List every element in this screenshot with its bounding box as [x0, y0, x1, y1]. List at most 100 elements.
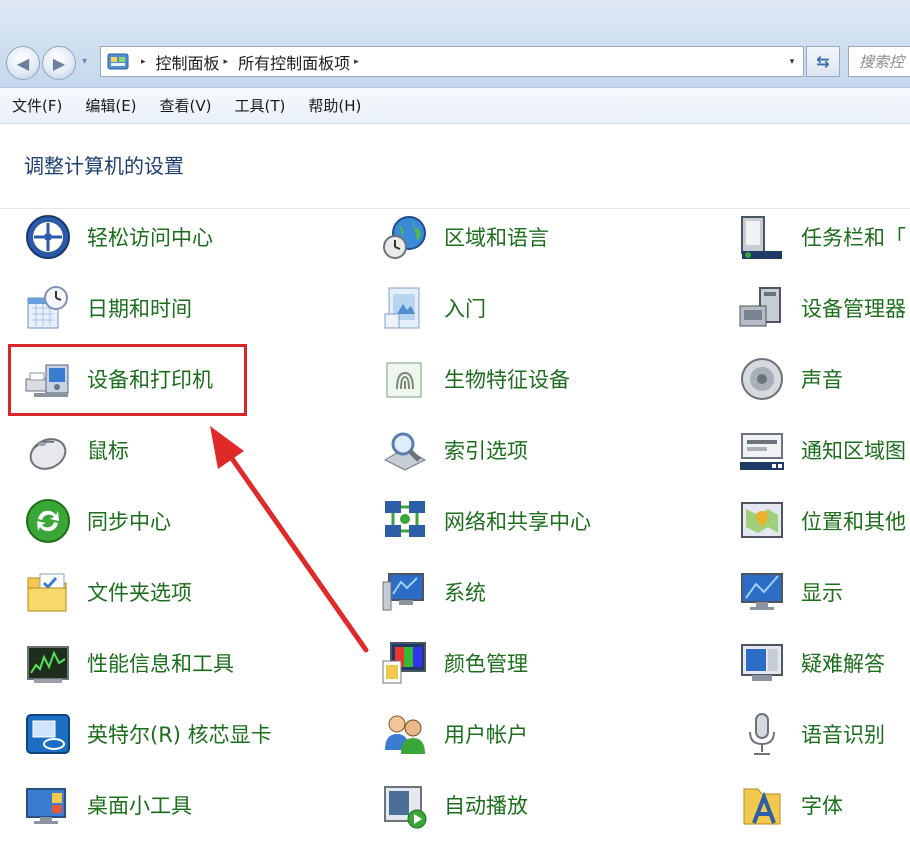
item-label: 轻松访问中心 [87, 226, 213, 250]
chevron-down-icon: ▾ [82, 56, 88, 67]
item-network-sharing[interactable]: 网络和共享中心 [381, 496, 591, 546]
item-label: 显示 [801, 581, 843, 605]
region-language-icon [381, 213, 429, 261]
item-label: 区域和语言 [444, 226, 549, 250]
breadcrumb-separator-icon[interactable]: ▸ [354, 57, 359, 67]
menu-tools[interactable]: 工具(T) [235, 95, 286, 116]
breadcrumb-control-panel[interactable]: 控制面板 [156, 50, 220, 74]
address-dropdown-button[interactable]: ▾ [781, 47, 803, 76]
autoplay-icon [381, 781, 429, 829]
item-label: 用户帐户 [444, 723, 528, 747]
back-arrow-icon: ◀ [16, 53, 30, 73]
item-mouse[interactable]: 鼠标 [24, 425, 129, 475]
notification-area-icon [738, 426, 786, 474]
sync-center-icon [24, 497, 72, 545]
troubleshooting-icon [738, 639, 786, 687]
back-button[interactable]: ◀ [6, 46, 40, 80]
item-label: 日期和时间 [87, 297, 192, 321]
highlight-box [8, 344, 247, 416]
user-accounts-icon [381, 710, 429, 758]
item-label: 自动播放 [444, 794, 528, 818]
item-device-manager[interactable]: 设备管理器 [738, 283, 906, 333]
item-label: 字体 [801, 794, 843, 818]
breadcrumb-all-items[interactable]: 所有控制面板项 [238, 50, 350, 74]
item-label: 任务栏和「 [801, 226, 906, 250]
item-label: 文件夹选项 [87, 581, 192, 605]
item-label: 系统 [444, 581, 486, 605]
item-getting-started[interactable]: 入门 [381, 283, 486, 333]
item-label: 性能信息和工具 [87, 652, 234, 676]
menu-help[interactable]: 帮助(H) [308, 95, 361, 116]
indexing-icon [381, 426, 429, 474]
item-intel-graphics[interactable]: 英特尔(R) 核芯显卡 [24, 709, 272, 759]
breadcrumb-separator-icon[interactable]: ▸ [224, 57, 229, 67]
microphone-icon [738, 710, 786, 758]
mouse-icon [24, 426, 72, 474]
intel-graphics-icon [24, 710, 72, 758]
item-desktop-gadgets[interactable]: 桌面小工具 [24, 780, 192, 830]
sound-icon [738, 355, 786, 403]
item-label: 鼠标 [87, 439, 129, 463]
search-input[interactable]: 搜索控 [848, 46, 910, 77]
getting-started-icon [381, 284, 429, 332]
item-date-time[interactable]: 日期和时间 [24, 283, 192, 333]
location-icon [738, 497, 786, 545]
item-label: 英特尔(R) 核芯显卡 [87, 723, 272, 747]
item-label: 网络和共享中心 [444, 510, 591, 534]
item-notification-area[interactable]: 通知区域图 [738, 425, 906, 475]
item-user-accounts[interactable]: 用户帐户 [381, 709, 528, 759]
item-label: 入门 [444, 297, 486, 321]
menu-file[interactable]: 文件(F) [12, 95, 62, 116]
menu-bar: 文件(F) 编辑(E) 查看(V) 工具(T) 帮助(H) [0, 88, 910, 124]
chevron-down-icon: ▾ [789, 56, 795, 67]
item-location[interactable]: 位置和其他 [738, 496, 906, 546]
item-region-language[interactable]: 区域和语言 [381, 212, 549, 262]
item-autoplay[interactable]: 自动播放 [381, 780, 528, 830]
refresh-icon: ⇆ [816, 52, 830, 71]
menu-edit[interactable]: 编辑(E) [85, 95, 136, 116]
item-biometric[interactable]: 生物特征设备 [381, 354, 570, 404]
item-troubleshooting[interactable]: 疑难解答 [738, 638, 885, 688]
navigation-bar: ◀ ▶ ▾ ▸ 控制面板 ▸ 所有控制面板项 ▸ ▾ ⇆ 搜索控 [0, 0, 910, 88]
divider [0, 208, 910, 209]
forward-button[interactable]: ▶ [42, 46, 76, 80]
item-label: 桌面小工具 [87, 794, 192, 818]
item-label: 设备管理器 [801, 297, 906, 321]
item-fonts[interactable]: 字体 [738, 780, 843, 830]
ease-of-access-icon [24, 213, 72, 261]
folder-options-icon [24, 568, 72, 616]
fonts-icon [738, 781, 786, 829]
control-panel-icon [107, 52, 129, 72]
performance-icon [24, 639, 72, 687]
item-label: 疑难解答 [801, 652, 885, 676]
item-color-management[interactable]: 颜色管理 [381, 638, 528, 688]
refresh-button[interactable]: ⇆ [806, 46, 840, 77]
address-bar[interactable]: ▸ 控制面板 ▸ 所有控制面板项 ▸ ▾ [100, 46, 804, 77]
biometric-icon [381, 355, 429, 403]
desktop-gadgets-icon [24, 781, 72, 829]
recent-pages-dropdown[interactable]: ▾ [82, 56, 87, 67]
forward-arrow-icon: ▶ [52, 53, 66, 73]
item-indexing[interactable]: 索引选项 [381, 425, 528, 475]
page-title: 调整计算机的设置 [24, 154, 184, 178]
item-sync-center[interactable]: 同步中心 [24, 496, 171, 546]
item-ease-of-access[interactable]: 轻松访问中心 [24, 212, 213, 262]
menu-view[interactable]: 查看(V) [160, 95, 212, 116]
item-label: 同步中心 [87, 510, 171, 534]
display-icon [738, 568, 786, 616]
item-label: 语音识别 [801, 723, 885, 747]
system-icon [381, 568, 429, 616]
taskbar-icon [738, 213, 786, 261]
item-speech-recognition[interactable]: 语音识别 [738, 709, 885, 759]
search-placeholder: 搜索控 [859, 53, 905, 71]
device-manager-icon [738, 284, 786, 332]
item-display[interactable]: 显示 [738, 567, 843, 617]
item-performance[interactable]: 性能信息和工具 [24, 638, 234, 688]
item-label: 索引选项 [444, 439, 528, 463]
item-sound[interactable]: 声音 [738, 354, 843, 404]
item-label: 位置和其他 [801, 510, 906, 534]
item-taskbar[interactable]: 任务栏和「 [738, 212, 906, 262]
item-system[interactable]: 系统 [381, 567, 486, 617]
item-label: 生物特征设备 [444, 368, 570, 392]
item-folder-options[interactable]: 文件夹选项 [24, 567, 192, 617]
